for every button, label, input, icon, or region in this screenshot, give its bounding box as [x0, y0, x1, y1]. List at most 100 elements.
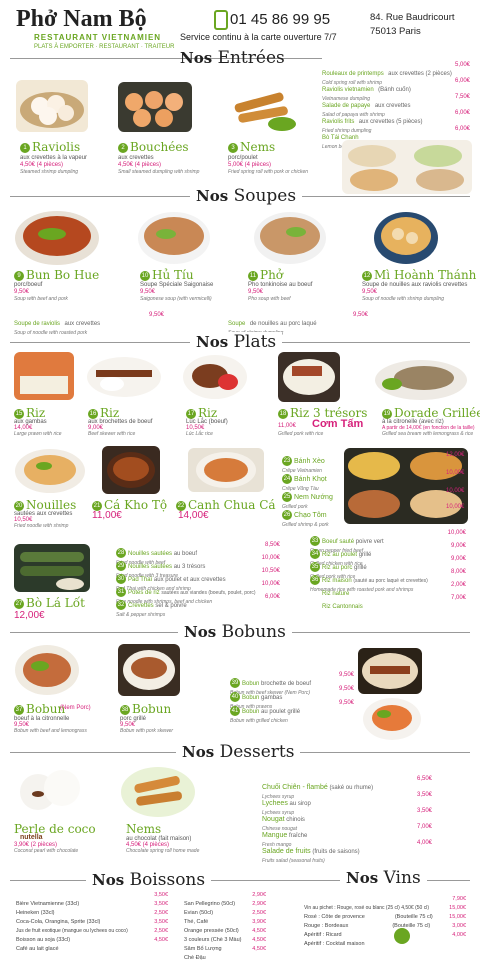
list-item: 34 Riz au poulet grillé Grilled chicken wi…	[310, 543, 466, 567]
dish-name: 16 Riz	[88, 406, 120, 420]
phone-icon	[214, 10, 228, 30]
section-title-bobuns: Nos Bobuns	[178, 622, 292, 642]
dish-english: Grilled sea bream with lemongrass & rice	[382, 431, 474, 437]
dish-english: Beef skewer with rice	[88, 431, 136, 437]
wine-item: Apéritif : Cocktail maison 4,00€	[304, 932, 466, 947]
dish-desc: Pho tonkinoise au boeuf	[248, 282, 313, 288]
section-title-soupes: Nos Soupes	[190, 186, 303, 206]
dish-desc: porc/poulet	[228, 155, 258, 161]
drink-item: Coca-Cola, Orangina, Sprite (33cl) 2,50€	[16, 910, 168, 925]
dish-desc: Soupe de nouilles aux raviolis crevettes	[362, 282, 468, 288]
dish-price: 4,50€ (4 pièces)	[20, 162, 64, 168]
list-item: Chuối Chiên - flambé (saké ou rhume) Lych…	[262, 776, 432, 800]
dish-english: Fried spring roll with pork or chicken	[228, 169, 309, 175]
list-item: 31 Potes de riz sautées aux viandes (boeu…	[116, 581, 280, 605]
restaurant-services: PLATS À EMPORTER · RESTAURANT · TRAITEUR	[34, 44, 175, 50]
drink-item: Evian (50cl) 2,90€	[184, 901, 266, 916]
mi-hoanh-thanh-photo	[374, 212, 438, 264]
dish-price: 11,00€	[92, 510, 122, 521]
dish-desc: Soupe Spéciale Saigonaise	[140, 282, 214, 288]
dish-price: 9,50€	[248, 289, 264, 295]
nems-photo	[226, 80, 300, 134]
boissons-col1: Bière Vietnamienne (33cl) 3,50€ Heineken …	[16, 892, 168, 952]
dish-price: 9,50€	[14, 289, 30, 295]
dish-alt-name: Cơm Tấm	[312, 418, 364, 430]
crepe-price: 10,00€	[446, 504, 465, 510]
list-item: 39 Bobun brochette de boeuf Bobun with bee…	[230, 672, 354, 696]
wine-item: Apéritif : Ricard 3,00€	[304, 923, 466, 938]
list-item: 30 Pad Thaï aux poulet et aux crevettes Pa…	[116, 568, 280, 592]
drink-item: Thé, Café 2,50€	[184, 910, 266, 925]
dish-english: Large prawn with rice	[14, 431, 62, 437]
dish-name: 10 Hủ Tíu	[140, 268, 194, 282]
dish-price: 4,50€ (4 pièces)	[118, 162, 162, 168]
drink-item: Café au lait glacé 4,50€	[16, 937, 168, 952]
restaurant-subtitle: RESTAURANT VIETNAMIEN	[34, 33, 162, 42]
list-item: 41 Bobun au poulet grillé Bobun with grill…	[230, 700, 354, 724]
dish-name: 11 Phở	[248, 268, 284, 282]
dish-english: Small steamed dumpling with shrimp	[118, 169, 200, 175]
list-item: 23 Bánh Xèo Crêpe Vietnamien	[282, 456, 325, 474]
list-item: Raviolis frits aux crevettes (5 pièces) …	[322, 110, 470, 134]
dish-english: Steamed shrimp dumpling	[20, 169, 79, 175]
dish-name: 19 Dorade Grillée	[382, 406, 480, 420]
entrees-list: Rouleaux de printemps aux crevettes (2 p…	[322, 62, 470, 150]
bun-bo-hue-photo	[15, 211, 99, 265]
crepes-list: 23 Bánh Xèo Crêpe Vietnamien 24 Bánh Khọt Cr…	[282, 450, 342, 528]
dish-english: Grilled pork with rice	[278, 431, 324, 437]
brand-logo-icon	[394, 928, 410, 944]
nems-chocolat-photo	[121, 767, 195, 817]
raviolis-photo	[16, 80, 88, 132]
dish-english: Lúc Lắc rice	[186, 431, 213, 437]
drink-item: Boisson au soja (33cl) 2,50€	[16, 928, 168, 943]
dish-english: Coconut pearl with chocolate	[14, 848, 79, 854]
phone-number[interactable]: 01 45 86 99 95	[230, 11, 330, 28]
list-item: 24 Bánh Khọt Crêpe Vũng Tàu	[282, 474, 327, 492]
riz-gambas-photo	[14, 352, 74, 400]
dish-name: 38 Bobun	[120, 702, 172, 716]
list-item: Nougat chinois Chinese nougat 3,50€	[262, 808, 432, 832]
crepes-photo	[344, 448, 468, 524]
bobun-gambas-photo	[363, 698, 421, 740]
list-item: 26 Chạo Tôm Grilled shrimp & pork	[282, 510, 329, 528]
bobun-beef-photo	[15, 645, 79, 695]
dish-desc: aux crevettes	[118, 155, 154, 161]
dish-price: 9,50€	[362, 289, 378, 295]
list-item: Rouleaux de printemps aux crevettes (2 p…	[322, 62, 470, 86]
bo-la-lot-photo	[14, 544, 90, 592]
dish-desc: aux crevettes à la vapeur	[20, 155, 88, 161]
list-item: 36 Riz maison (sauté au porc laqué et cre…	[310, 569, 466, 593]
dish-price: 14,00€	[178, 510, 209, 521]
bobun-skewer-photo	[358, 648, 422, 694]
canh-chua-photo	[188, 448, 264, 492]
drink-item: 3 couleurs (Chè 3 Màu) 4,50€	[184, 928, 266, 943]
address-street: 84. Rue Baudricourt	[370, 12, 455, 23]
bouchees-photo	[118, 82, 192, 132]
dish-alt-name: (Nem Porc)	[60, 705, 91, 711]
wine-item: Rosé : Côte de provence (Bouteille 75 cl)…	[304, 905, 466, 920]
plats-list-mid: 28 Nouilles sautées au boeuf Fried noodle …	[116, 542, 280, 618]
dish-price: 12,00€	[14, 610, 45, 621]
list-item: Raviolis vietnamien (Bánh cuốn) Vietname…	[322, 78, 470, 102]
entrees-platter-photo	[342, 140, 472, 194]
drink-item: Orange pressée (50cl) 3,90€	[184, 919, 266, 934]
dish-name: 2 Bouchées	[118, 140, 189, 154]
plats-list-right: 33 Boeuf sauté poivre vert Green pepper fr…	[310, 530, 466, 610]
riz-brochettes-photo	[87, 357, 161, 397]
crepe-price: 10,00€	[446, 470, 465, 476]
list-item: Salade de fruits (fruits de saisons) Frui…	[262, 840, 432, 864]
drink-item: Jus de fruit exotique (mangue ou lychees…	[16, 919, 168, 934]
dish-name: 15 Riz	[14, 406, 46, 420]
list-item: 40 Bobun gambas Bobun with prawns 9,50€	[230, 686, 354, 710]
list-item: 32 Crevettes sel & poivre Salt & pepper sh…	[116, 594, 280, 618]
dish-desc: porc/boeuf	[14, 282, 43, 288]
list-item: Riz nature 2,00€	[322, 582, 466, 597]
dessert-alt: nutella	[20, 834, 43, 841]
list-item: Riz Cantonnais 7,00€	[322, 595, 466, 610]
pho-photo	[254, 212, 326, 264]
dish-price: 11,00€	[278, 423, 296, 429]
riz-luc-lac-photo	[183, 355, 247, 399]
list-item: 35 Riz au porc grillé Grilled pork with ri…	[310, 556, 466, 580]
drink-item: Bière Vietnamienne (33cl) 3,50€	[16, 892, 168, 907]
dish-english: Soup with beef and pork	[14, 296, 68, 302]
